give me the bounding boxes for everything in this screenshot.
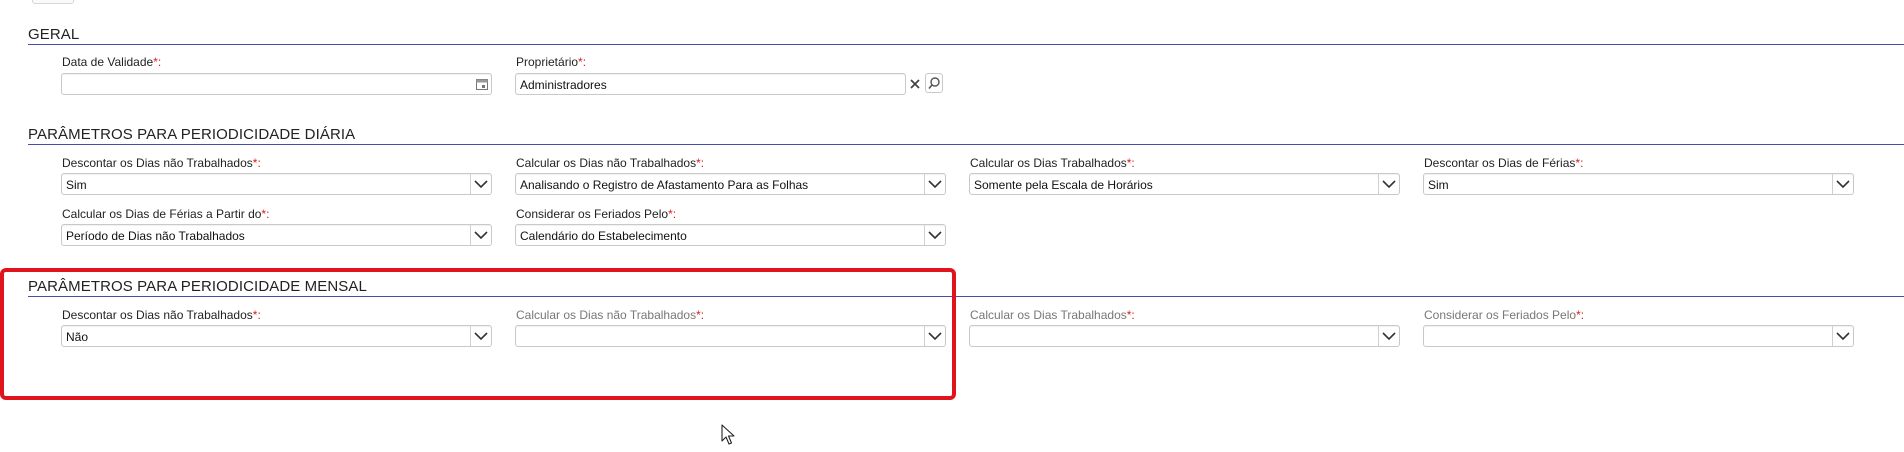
descontar-dias-ferias-select[interactable]: Sim [1423,173,1854,195]
calendar-icon[interactable] [475,77,489,91]
label-calcular-ferias-partir: Calcular os Dias de Férias a Partir do*: [62,207,270,221]
highlight-annotation-box [0,268,956,400]
chevron-down-icon[interactable] [1378,326,1399,346]
chevron-down-icon[interactable] [924,174,945,194]
section-title-geral: GERAL [28,26,80,43]
calcular-ferias-partir-select[interactable]: Período de Dias não Trabalhados [61,224,492,246]
label-calcular-dias-nao-trab: Calcular os Dias não Trabalhados*: [516,156,705,170]
label-mensal-calcular-dias-trab: Calcular os Dias Trabalhados*: [970,308,1135,322]
clear-icon[interactable] [906,74,924,94]
label-data-validade: Data de Validade*: [62,55,162,69]
chevron-down-icon[interactable] [924,225,945,245]
descontar-dias-nao-trab-select[interactable]: Sim [61,173,492,195]
chevron-down-icon[interactable] [470,225,491,245]
mensal-considerar-feriados-select[interactable] [1423,325,1854,347]
mensal-calcular-dias-trab-select[interactable] [969,325,1400,347]
calcular-dias-trab-select[interactable]: Somente pela Escala de Horários [969,173,1400,195]
section-divider [28,144,1904,145]
chevron-down-icon[interactable] [1832,174,1853,194]
section-title-diaria: PARÂMETROS PARA PERIODICIDADE DIÁRIA [28,126,356,143]
calcular-dias-nao-trab-select[interactable]: Analisando o Registro de Afastamento Par… [515,173,946,195]
considerar-feriados-select[interactable]: Calendário do Estabelecimento [515,224,946,246]
label-proprietario: Proprietário*: [516,55,587,69]
top-tab-stub[interactable] [32,0,74,4]
label-considerar-feriados: Considerar os Feriados Pelo*: [516,207,677,221]
data-validade-input[interactable] [61,73,492,95]
chevron-down-icon[interactable] [1378,174,1399,194]
label-calcular-dias-trab: Calcular os Dias Trabalhados*: [970,156,1135,170]
label-descontar-dias-nao-trab: Descontar os Dias não Trabalhados*: [62,156,261,170]
section-divider [28,44,1904,45]
search-icon[interactable] [925,73,943,93]
mouse-cursor-icon [721,424,735,451]
proprietario-input[interactable]: Administradores [515,73,906,95]
chevron-down-icon[interactable] [470,174,491,194]
label-descontar-dias-ferias: Descontar os Dias de Férias*: [1424,156,1584,170]
chevron-down-icon[interactable] [1832,326,1853,346]
label-mensal-considerar-feriados: Considerar os Feriados Pelo*: [1424,308,1585,322]
